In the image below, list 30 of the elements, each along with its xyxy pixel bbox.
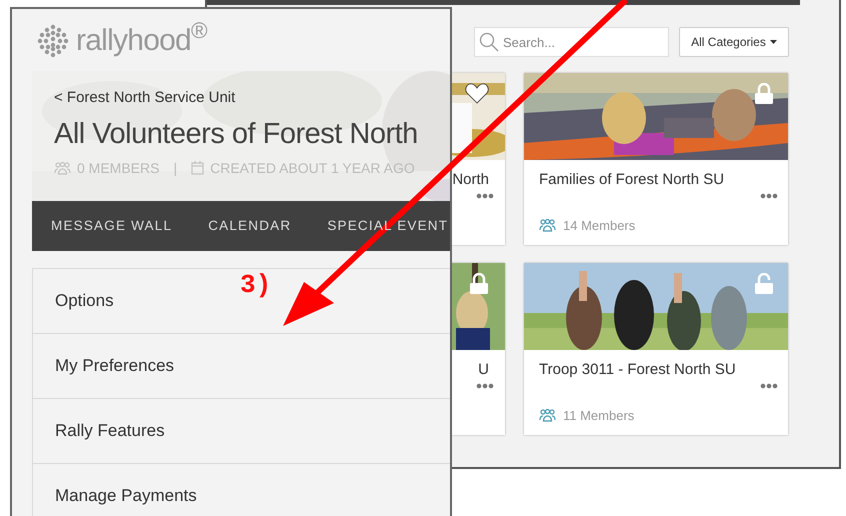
logo-icon xyxy=(36,24,70,58)
card-title: U xyxy=(478,361,489,379)
caret-icon xyxy=(770,40,777,44)
people-icon xyxy=(54,162,71,174)
more-icon[interactable] xyxy=(760,193,778,199)
category-dropdown[interactable]: All Categories xyxy=(679,27,789,57)
meta-separator: | xyxy=(173,158,178,178)
group-card[interactable]: U xyxy=(452,263,505,435)
group-card[interactable]: North xyxy=(452,73,505,245)
member-count: 14 Members xyxy=(563,217,636,235)
search-icon xyxy=(479,32,499,52)
nav-tab[interactable]: CALENDAR xyxy=(208,216,292,236)
nav-tab[interactable]: MESSAGE WALL xyxy=(51,216,172,236)
member-count: 11 Members xyxy=(563,407,634,425)
card-title: Troop 3011 - Forest North SU xyxy=(539,361,737,379)
more-icon[interactable] xyxy=(760,383,778,389)
more-icon[interactable] xyxy=(476,193,494,199)
group-card[interactable]: Families of Forest North SU 14 Members xyxy=(524,73,788,245)
calendar-icon xyxy=(191,161,204,175)
search-field[interactable]: Search... xyxy=(474,27,669,57)
heart-icon[interactable] xyxy=(465,83,489,104)
card-title: North xyxy=(452,171,489,189)
card-title: Families of Forest North SU xyxy=(539,171,726,189)
back-link[interactable]: < Forest North Service Unit xyxy=(54,87,450,110)
group-title: All Volunteers of Forest North xyxy=(54,116,419,152)
group-card[interactable]: Troop 3011 - Forest North SU 11 Members xyxy=(524,263,788,435)
people-icon xyxy=(539,409,556,422)
step-label: 3) xyxy=(240,269,272,302)
people-icon xyxy=(539,219,556,232)
more-icon[interactable] xyxy=(476,383,494,389)
